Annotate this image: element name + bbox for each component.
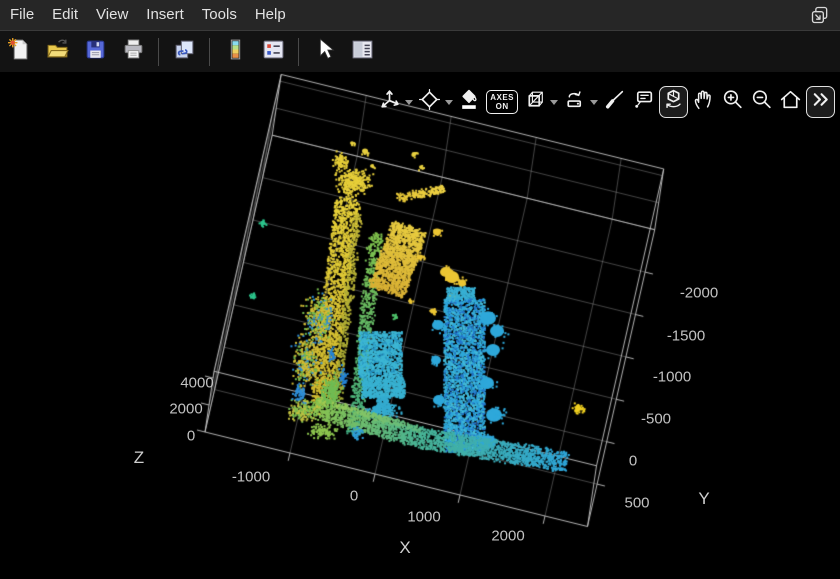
colorbar-icon [223,37,248,67]
zoom-out-icon [749,87,774,117]
zoom-out-button[interactable] [748,87,775,117]
menu-item-help[interactable]: Help [246,0,295,30]
pan-button[interactable] [690,87,717,117]
figure-window: FileEditViewInsertToolsHelp -10000100020… [0,0,840,579]
dropdown-caret-icon[interactable] [590,100,598,105]
home-icon [778,87,803,117]
menu-item-file[interactable]: File [0,0,43,30]
rotate-3d-icon [661,87,686,117]
projection-icon [522,87,547,117]
lighting-icon [562,87,587,117]
restore-view-icon [417,87,442,117]
dock-figure-button[interactable] [808,3,832,27]
axes-on-toggle[interactable]: AXESON [486,90,518,114]
dropdown-caret-icon[interactable] [445,100,453,105]
edit-plot-icon [312,37,337,67]
edit-plot-button[interactable] [307,36,341,68]
zoom-in-button[interactable] [719,87,746,117]
point-cloud-plot[interactable] [0,72,840,579]
more-tools-icon [808,87,833,117]
datatip-button[interactable] [630,87,657,117]
figure-toolbar [0,31,840,72]
axes-toolbar: AXESON [375,86,836,118]
menu-item-view[interactable]: View [87,0,137,30]
restore-view-button[interactable] [416,87,443,117]
dock-figure-icon [810,5,830,25]
figure-area: -10000100020005000-500-1000-1500-2000400… [0,72,840,579]
open-button[interactable] [40,36,74,68]
property-inspector-icon [350,37,375,67]
property-inspector-button[interactable] [345,36,379,68]
new-figure-button[interactable] [2,36,36,68]
legend-button[interactable] [256,36,290,68]
print-button[interactable] [116,36,150,68]
rotate-3d-button[interactable] [659,86,688,118]
projection-button[interactable] [521,87,548,117]
rotate-axes-icon [377,87,402,117]
background-color-button[interactable] [456,87,483,117]
zoom-in-icon [720,87,745,117]
legend-icon [261,37,286,67]
menu-item-edit[interactable]: Edit [43,0,87,30]
dropdown-caret-icon[interactable] [405,100,413,105]
link-figure-icon [172,37,197,67]
print-icon [121,37,146,67]
brush-icon [602,87,627,117]
datatip-icon [631,87,656,117]
background-color-icon [457,87,482,117]
lighting-button[interactable] [561,87,588,117]
toolbar-separator [209,38,210,66]
menu-item-tools[interactable]: Tools [193,0,246,30]
more-tools-button[interactable] [806,86,835,118]
new-figure-icon [7,37,32,67]
menu-item-insert[interactable]: Insert [137,0,193,30]
dropdown-caret-icon[interactable] [550,100,558,105]
home-button[interactable] [777,87,804,117]
rotate-axes-button[interactable] [376,87,403,117]
axes-on-label: AXES [490,93,514,102]
colorbar-button[interactable] [218,36,252,68]
toolbar-separator [158,38,159,66]
link-figure-button[interactable] [167,36,201,68]
menu-bar: FileEditViewInsertToolsHelp [0,0,840,31]
open-icon [45,37,70,67]
save-icon [83,37,108,67]
save-button[interactable] [78,36,112,68]
brush-button[interactable] [601,87,628,117]
toolbar-separator [298,38,299,66]
pan-icon [691,87,716,117]
axes-on-label2: ON [490,102,514,111]
